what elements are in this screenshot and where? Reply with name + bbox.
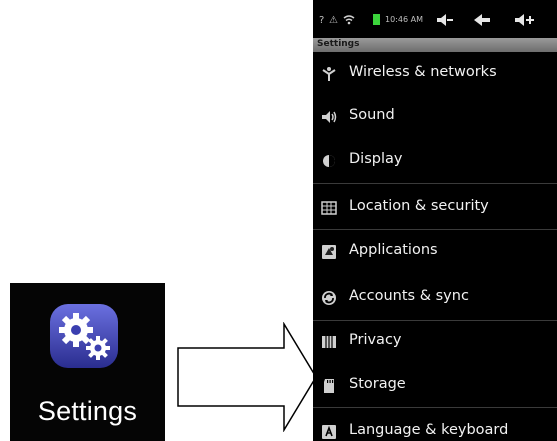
- menu-item-label: Storage: [349, 376, 406, 392]
- menu-item-label: Applications: [349, 242, 438, 258]
- notification-icon: ?: [319, 15, 325, 26]
- right-arrow-icon: [177, 322, 317, 432]
- menu-item-privacy[interactable]: Privacy: [313, 320, 557, 364]
- menu-item-applications[interactable]: Applications: [313, 230, 557, 274]
- menu-item-label: Accounts & sync: [349, 288, 469, 304]
- back-icon[interactable]: [473, 13, 491, 27]
- menu-item-language-keyboard[interactable]: Language & keyboard: [313, 410, 557, 441]
- menu-item-label: Privacy: [349, 332, 402, 348]
- menu-item-label: Display: [349, 151, 403, 167]
- menu-item-label: Sound: [349, 107, 395, 123]
- clock: 10:46 AM: [385, 15, 423, 24]
- menu-item-display[interactable]: Display: [313, 139, 557, 183]
- location-icon: [321, 201, 337, 215]
- menu-item-sound[interactable]: Sound: [313, 95, 557, 139]
- wifi-status-icon: [343, 15, 355, 25]
- wifi-icon: [322, 67, 336, 81]
- menu-item-label: Location & security: [349, 198, 489, 214]
- title-bar: Settings: [313, 38, 557, 52]
- menu-item-label: Wireless & networks: [349, 64, 497, 80]
- speaker-icon: [322, 111, 337, 123]
- alert-icon: ⚠: [329, 15, 338, 26]
- settings-screen: ? ⚠ 10:46 AM Settings Wireless & network…: [313, 0, 557, 441]
- battery-icon: [373, 14, 380, 25]
- storage-icon: [324, 379, 334, 393]
- menu-item-accounts-sync[interactable]: Accounts & sync: [313, 276, 557, 320]
- menu-item-storage[interactable]: Storage: [313, 364, 557, 408]
- status-bar: ? ⚠ 10:46 AM: [313, 12, 557, 32]
- page-title: Settings: [317, 39, 360, 49]
- keyboard-icon: [322, 425, 336, 439]
- speaker-status-icon[interactable]: [435, 13, 453, 27]
- display-icon: [323, 155, 335, 167]
- menu-item-label: Language & keyboard: [349, 422, 509, 438]
- volume-up-icon[interactable]: [513, 13, 535, 27]
- menu-item-location-security[interactable]: Location & security: [313, 186, 557, 230]
- app-label: Settings: [37, 396, 138, 426]
- gears-icon: [50, 304, 118, 368]
- menu-item-wireless[interactable]: Wireless & networks: [313, 52, 557, 96]
- sync-icon: [322, 291, 336, 305]
- privacy-icon: [322, 336, 336, 348]
- applications-icon: [322, 245, 336, 259]
